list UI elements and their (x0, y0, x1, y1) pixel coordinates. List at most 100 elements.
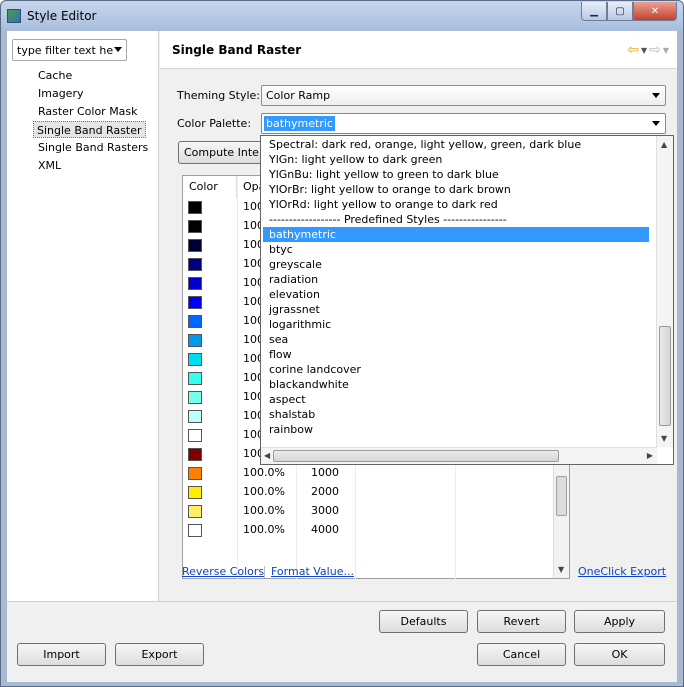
divider (7, 601, 677, 602)
opacity-cell[interactable]: 100.0% (243, 485, 285, 498)
palette-option[interactable]: flow (263, 347, 649, 362)
value-cell[interactable]: 3000 (311, 504, 339, 517)
tree-item-single-band-rasters[interactable]: Single Band Rasters (35, 139, 151, 156)
oneclick-export-link[interactable]: OneClick Export (578, 565, 666, 578)
color-swatch[interactable] (188, 220, 202, 233)
palette-option[interactable]: greyscale (263, 257, 649, 272)
scroll-down-icon[interactable]: ▼ (558, 565, 564, 574)
cancel-button[interactable]: Cancel (477, 643, 566, 666)
palette-option[interactable]: YlGnBu: light yellow to green to dark bl… (263, 167, 649, 182)
tree-item-cache[interactable]: Cache (35, 67, 75, 84)
palette-option[interactable]: YlGn: light yellow to dark green (263, 152, 649, 167)
filter-input[interactable]: type filter text he (12, 39, 127, 61)
opacity-cell[interactable]: 100.0% (243, 523, 285, 536)
opacity-cell[interactable]: 100.0% (243, 504, 285, 517)
format-value-link[interactable]: Format Value... (271, 565, 354, 578)
palette-option[interactable]: shalstab (263, 407, 649, 422)
tree-item-raster-color-mask[interactable]: Raster Color Mask (35, 103, 141, 120)
maximize-button[interactable]: ▢ (607, 2, 633, 21)
minimize-button[interactable]: ▁ (581, 2, 607, 21)
palette-option[interactable]: jgrassnet (263, 302, 649, 317)
color-swatch[interactable] (188, 505, 202, 518)
palette-option[interactable]: Spectral: dark red, orange, light yellow… (263, 137, 649, 152)
color-swatch[interactable] (188, 391, 202, 404)
theming-style-label: Theming Style: (177, 89, 261, 102)
compute-intervals-button[interactable]: Compute Inter (178, 141, 262, 164)
dropdown-horizontal-scrollbar[interactable]: ◀ ▶ (261, 447, 657, 464)
chevron-down-icon[interactable] (114, 47, 122, 52)
color-swatch[interactable] (188, 524, 202, 537)
dropdown-hscroll-thumb[interactable] (273, 450, 559, 462)
revert-button[interactable]: Revert (477, 610, 566, 633)
dropdown-vertical-scrollbar[interactable]: ▲ ▼ (656, 136, 673, 447)
color-swatch[interactable] (188, 315, 202, 328)
scroll-down-icon[interactable]: ▼ (661, 434, 667, 443)
window-title: Style Editor (27, 9, 97, 23)
tree-item-imagery[interactable]: Imagery (35, 85, 86, 102)
palette-option[interactable]: logarithmic (263, 317, 649, 332)
page-header: Single Band Raster ⇦ ▼ ⇨ ▼ (160, 31, 677, 69)
color-swatch[interactable] (188, 372, 202, 385)
theming-style-select[interactable]: Color Ramp (261, 85, 666, 106)
color-swatch[interactable] (188, 239, 202, 252)
page-title: Single Band Raster (172, 43, 302, 57)
value-cell[interactable]: 2000 (311, 485, 339, 498)
title-bar[interactable]: Style Editor ▁ ▢ ✕ (1, 1, 683, 31)
palette-option[interactable]: aspect (263, 392, 649, 407)
color-swatch[interactable] (188, 467, 202, 480)
palette-option[interactable]: blackandwhite (263, 377, 649, 392)
table-row[interactable]: 100.0% 2000 (183, 483, 553, 502)
scroll-left-icon[interactable]: ◀ (264, 451, 270, 460)
color-swatch[interactable] (188, 334, 202, 347)
table-scroll-thumb[interactable] (556, 476, 567, 516)
table-row[interactable]: 100.0% 4000 (183, 521, 553, 540)
value-cell[interactable]: 4000 (311, 523, 339, 536)
defaults-button[interactable]: Defaults (379, 610, 468, 633)
color-swatch[interactable] (188, 448, 202, 461)
palette-option[interactable]: sea (263, 332, 649, 347)
palette-option[interactable]: YlOrRd: light yellow to orange to dark r… (263, 197, 649, 212)
color-swatch[interactable] (188, 486, 202, 499)
color-swatch[interactable] (188, 410, 202, 423)
palette-option[interactable]: YlOrBr: light yellow to orange to dark b… (263, 182, 649, 197)
preference-tree-pane: type filter text he Cache Imagery Raster… (7, 31, 159, 601)
scroll-up-icon[interactable]: ▲ (661, 140, 667, 149)
apply-button[interactable]: Apply (574, 610, 665, 633)
value-cell[interactable]: 1000 (311, 466, 339, 479)
table-row[interactable]: 100.0% 3000 (183, 502, 553, 521)
palette-option[interactable]: rainbow (263, 422, 649, 437)
link-separator (264, 566, 265, 578)
import-button[interactable]: Import (17, 643, 106, 666)
opacity-cell[interactable]: 100.0% (243, 466, 285, 479)
app-icon (7, 9, 21, 23)
back-menu-icon[interactable]: ▼ (641, 46, 647, 55)
palette-option[interactable]: radiation (263, 272, 649, 287)
color-column-header[interactable]: Color (183, 176, 237, 198)
tree-item-single-band-raster[interactable]: Single Band Raster (33, 121, 146, 138)
export-button[interactable]: Export (115, 643, 204, 666)
color-swatch[interactable] (188, 201, 202, 214)
back-arrow-icon[interactable]: ⇦ (627, 42, 639, 58)
tree-item-xml[interactable]: XML (35, 157, 64, 174)
color-swatch[interactable] (188, 258, 202, 271)
reverse-colors-link[interactable]: Reverse Colors (182, 565, 264, 578)
color-swatch[interactable] (188, 353, 202, 366)
table-row[interactable]: 100.0% 1000 (183, 464, 553, 483)
ok-button[interactable]: OK (574, 643, 665, 666)
dropdown-scroll-thumb[interactable] (659, 326, 671, 426)
palette-dropdown-list[interactable]: Spectral: dark red, orange, light yellow… (260, 135, 674, 465)
scroll-right-icon[interactable]: ▶ (647, 451, 653, 460)
palette-option[interactable]: ------------------ Predefined Styles ---… (263, 212, 649, 227)
palette-option[interactable]: corine landcover (263, 362, 649, 377)
chevron-down-icon (652, 93, 660, 98)
forward-arrow-icon[interactable]: ⇨ (649, 42, 661, 58)
palette-option[interactable]: elevation (263, 287, 649, 302)
close-button[interactable]: ✕ (633, 2, 677, 21)
color-palette-select[interactable]: bathymetric (261, 113, 666, 134)
palette-option[interactable]: btyc (263, 242, 649, 257)
forward-menu-icon[interactable]: ▼ (663, 46, 669, 55)
color-swatch[interactable] (188, 296, 202, 309)
color-swatch[interactable] (188, 429, 202, 442)
color-swatch[interactable] (188, 277, 202, 290)
palette-option[interactable]: bathymetric (263, 227, 649, 242)
